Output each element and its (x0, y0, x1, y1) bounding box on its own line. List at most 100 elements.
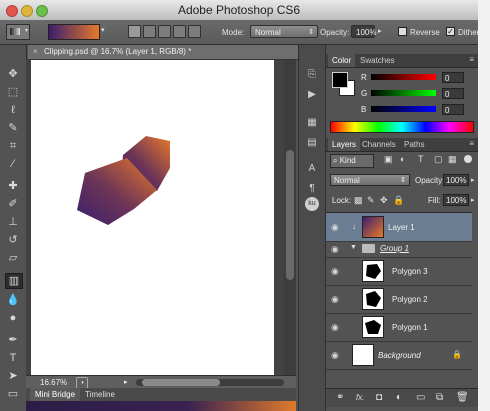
layer-row-group-1[interactable]: ◉ ▼ Group 1 (326, 241, 472, 258)
layer-row-polygon-2[interactable]: ◉ Polygon 2 (326, 285, 472, 314)
horizontal-scrollbar[interactable] (136, 379, 284, 386)
brush-icon[interactable]: ✐ (5, 197, 21, 211)
lock-image-icon[interactable]: ✎ (367, 195, 375, 206)
tab-mini-bridge[interactable]: Mini Bridge (30, 388, 81, 401)
lock-position-icon[interactable]: ✥ (380, 195, 388, 206)
move-icon[interactable]: ✥ (5, 67, 21, 81)
link-icon[interactable]: ⚭ (336, 392, 344, 403)
gradient-icon[interactable]: ▥ (5, 273, 23, 289)
mask-icon[interactable]: ◘ (376, 392, 382, 403)
filter-adjustment-icon[interactable]: ◐ (400, 154, 405, 164)
close-tab-icon[interactable]: × (33, 45, 38, 59)
brush-presets-icon[interactable]: ▦ (305, 117, 319, 129)
tab-timeline[interactable]: Timeline (80, 388, 120, 401)
clone-stamp-icon[interactable]: ⊥ (5, 215, 21, 229)
canvas-vertical-scrollbar[interactable] (284, 60, 296, 375)
status-menu-arrow-icon[interactable]: ▸ (124, 378, 128, 386)
filter-shape-icon[interactable]: ▢ (434, 154, 443, 165)
healing-brush-icon[interactable]: ✚ (5, 179, 21, 193)
filter-type-icon[interactable]: T (418, 154, 424, 164)
history-icon[interactable]: ⎘ (305, 69, 319, 81)
dodge-icon[interactable]: ● (5, 311, 21, 325)
visibility-eye-icon[interactable]: ◉ (331, 350, 342, 360)
visibility-eye-icon[interactable]: ◉ (331, 294, 342, 304)
blue-slider[interactable] (371, 106, 436, 112)
panel-menu-icon[interactable]: ≡ (469, 139, 474, 148)
gradient-picker[interactable] (48, 24, 100, 40)
zoom-level[interactable]: 16.67% (40, 378, 67, 387)
group-disclosure-triangle-icon[interactable]: ▼ (350, 244, 357, 251)
path-select-icon[interactable]: ➤ (5, 369, 21, 383)
document-canvas[interactable] (31, 60, 274, 375)
filter-toggle-icon[interactable] (464, 155, 472, 163)
character-icon[interactable]: A (305, 163, 319, 175)
red-slider[interactable] (371, 74, 436, 80)
horizontal-scroll-thumb[interactable] (142, 379, 220, 386)
eyedropper-icon[interactable]: ⁄ (5, 157, 21, 171)
layer-row-polygon-3[interactable]: ◉ Polygon 3 (326, 257, 472, 286)
opacity-dropdown-icon[interactable]: ▸ (378, 27, 382, 35)
blur-icon[interactable]: 💧 (5, 293, 21, 307)
panel-menu-icon[interactable]: ≡ (469, 55, 474, 64)
tab-paths[interactable]: Paths (400, 138, 428, 151)
tab-layers[interactable]: Layers (328, 138, 361, 151)
reverse-checkbox[interactable] (398, 27, 407, 36)
document-tab[interactable]: × Clipping.psd @ 16.7% (Layer 1, RGB/8) … (28, 45, 298, 60)
layer-opacity-field[interactable]: 100% (443, 174, 469, 186)
new-layer-icon[interactable]: ⧉ (436, 392, 443, 403)
linear-gradient-button[interactable] (128, 25, 141, 38)
tool-preset-picker[interactable]: ▾ (6, 24, 30, 40)
fx-icon[interactable]: fx. (356, 393, 364, 402)
new-group-icon[interactable]: ▭ (416, 392, 425, 403)
scroll-thumb[interactable] (286, 150, 294, 280)
tab-swatches[interactable]: Swatches (356, 54, 399, 67)
layer-row-polygon-1[interactable]: ◉ Polygon 1 (326, 313, 472, 342)
fill-dropdown-icon[interactable]: ▸ (471, 196, 475, 204)
lasso-icon[interactable]: ℓ (5, 103, 21, 117)
canvas-area[interactable] (26, 60, 284, 375)
tab-channels[interactable]: Channels (358, 138, 400, 151)
filter-pixel-icon[interactable]: ▣ (384, 154, 393, 165)
eraser-icon[interactable]: ▱ (5, 251, 21, 265)
visibility-eye-icon[interactable]: ◉ (331, 244, 342, 254)
mode-select[interactable]: Normal ⇕ (250, 25, 318, 38)
layer-row-layer-1[interactable]: ◉ ↓ Layer 1 (326, 213, 472, 242)
angle-gradient-button[interactable] (158, 25, 171, 38)
diamond-gradient-button[interactable] (188, 25, 201, 38)
actions-icon[interactable]: ▶ (305, 89, 319, 101)
foreground-color-swatch[interactable] (332, 72, 348, 88)
layer-row-background[interactable]: ◉ Background 🔒 (326, 341, 472, 370)
filter-smart-object-icon[interactable]: ▦ (448, 154, 457, 165)
visibility-eye-icon[interactable]: ◉ (331, 266, 342, 276)
type-icon[interactable]: T (5, 351, 21, 365)
paragraph-icon[interactable]: ¶ (305, 183, 319, 195)
green-value-field[interactable]: 0 (442, 88, 464, 99)
marquee-icon[interactable]: ⬚ (5, 85, 21, 99)
gradient-picker-chevron-icon[interactable]: ▾ (101, 26, 105, 34)
blue-value-field[interactable]: 0 (442, 104, 464, 115)
red-value-field[interactable]: 0 (442, 72, 464, 83)
blend-mode-select[interactable]: Normal ⇕ (330, 174, 410, 186)
lock-all-icon[interactable]: 🔒 (393, 195, 404, 206)
visibility-eye-icon[interactable]: ◉ (331, 322, 342, 332)
adjustments-icon[interactable]: ▤ (305, 137, 319, 149)
opacity-dropdown-icon[interactable]: ▸ (471, 176, 475, 184)
trash-icon[interactable]: 🗑 (456, 392, 469, 403)
green-slider[interactable] (371, 90, 436, 96)
kuler-icon[interactable]: ku (305, 197, 319, 211)
reflected-gradient-button[interactable] (173, 25, 186, 38)
layer-filter-kind-select[interactable]: ⌕ Kind (330, 154, 374, 168)
opacity-field[interactable]: 100% (351, 25, 376, 38)
shape-icon[interactable]: ▭ (5, 387, 21, 401)
tab-color[interactable]: Color (328, 54, 356, 67)
color-spectrum-ramp[interactable] (330, 121, 474, 133)
crop-icon[interactable]: ⌗ (5, 139, 21, 153)
history-brush-icon[interactable]: ↺ (5, 233, 21, 247)
visibility-eye-icon[interactable]: ◉ (331, 222, 342, 232)
pen-icon[interactable]: ✒ (5, 333, 21, 347)
fill-field[interactable]: 100% (443, 194, 469, 206)
quick-select-icon[interactable]: ✎ (5, 121, 21, 135)
radial-gradient-button[interactable] (143, 25, 156, 38)
adjustment-layer-icon[interactable]: ◐ (396, 392, 402, 403)
lock-transparent-icon[interactable]: ▩ (354, 195, 363, 206)
